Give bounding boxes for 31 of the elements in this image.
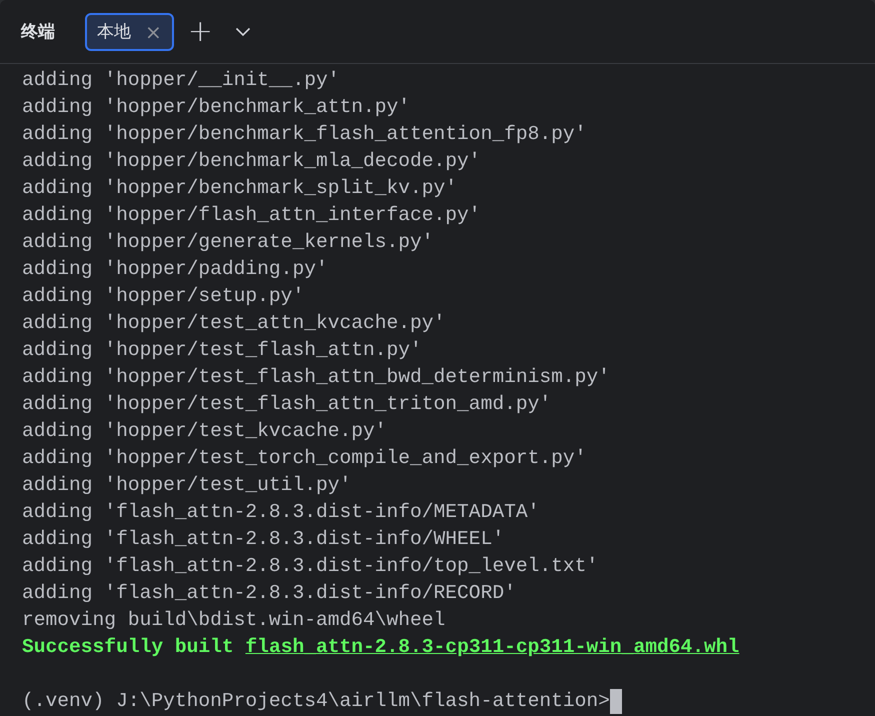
tab-label: 本地: [97, 21, 131, 43]
output-line: adding 'hopper/benchmark_flash_attention_fp8.py': [22, 122, 588, 147]
output-line: adding 'hopper/generate_kernels.py': [22, 230, 435, 255]
output-line: adding 'hopper/test_util.py': [22, 473, 352, 498]
output-line: adding 'hopper/test_flash_attn.py': [22, 338, 423, 363]
output-line: adding 'hopper/test_flash_attn_triton_amd.py': [22, 392, 552, 417]
new-tab-button[interactable]: +: [188, 16, 213, 46]
output-line: adding 'hopper/setup.py': [22, 284, 306, 309]
output-line: adding 'flash_attn-2.8.3.dist-info/top_level.txt': [22, 554, 600, 579]
output-line: adding 'hopper/padding.py': [22, 257, 329, 282]
output-line: adding 'hopper/test_torch_compile_and_export.py': [22, 446, 588, 471]
output-line: adding 'hopper/benchmark_mla_decode.py': [22, 149, 482, 174]
output-line: adding 'flash_attn-2.8.3.dist-info/METADATA': [22, 500, 540, 525]
dropdown-chevron-icon[interactable]: [234, 26, 251, 36]
output-line: removing build\bdist.win-amd64\wheel: [22, 608, 446, 633]
wheel-file-link[interactable]: flash_attn-2.8.3-cp311-cp311-win_amd64.whl: [245, 636, 740, 658]
output-line: adding 'flash_attn-2.8.3.dist-info/WHEEL': [22, 527, 506, 552]
command-prompt: (.venv) J:\PythonProjects4\airllm\flash-attention>: [22, 689, 610, 714]
output-line: adding 'hopper/test_attn_kvcache.py': [22, 311, 446, 336]
output-line: adding 'hopper/benchmark_split_kv.py': [22, 176, 458, 201]
output-line: adding 'hopper/__init__.py': [22, 68, 340, 93]
output-line: adding 'hopper/flash_attn_interface.py': [22, 203, 482, 228]
output-line: adding 'flash_attn-2.8.3.dist-info/RECORD': [22, 581, 517, 606]
output-line: adding 'hopper/benchmark_attn.py': [22, 95, 412, 120]
panel-title: 终端: [21, 21, 55, 43]
output-line: adding 'hopper/test_kvcache.py': [22, 419, 388, 444]
close-icon[interactable]: ×: [145, 20, 162, 44]
text-cursor: [610, 689, 622, 714]
success-message: Successfully built: [22, 636, 234, 658]
output-line: adding 'hopper/test_flash_attn_bwd_determinism.py': [22, 365, 611, 390]
terminal-tab[interactable]: 本地 ×: [85, 12, 174, 50]
